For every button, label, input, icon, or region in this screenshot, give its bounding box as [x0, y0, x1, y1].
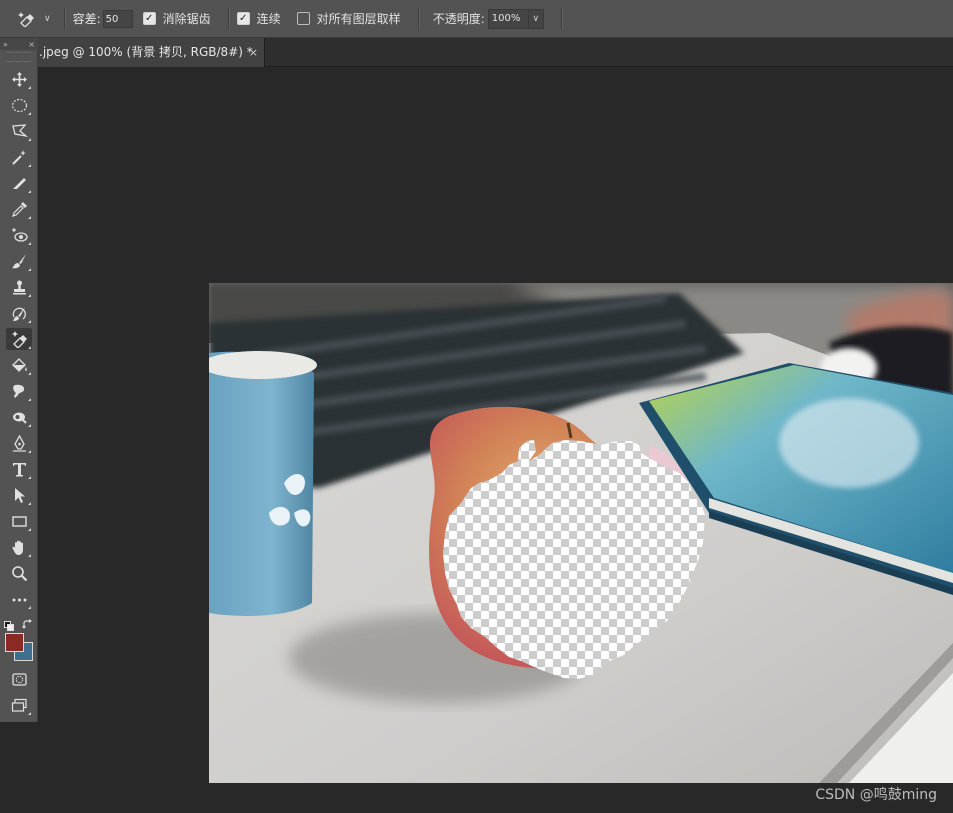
close-panel-icon[interactable]: ×	[28, 40, 35, 49]
pen-tool[interactable]	[6, 432, 32, 454]
smudge-icon	[12, 384, 24, 398]
magic-eraser-icon	[18, 11, 34, 27]
divider	[560, 7, 563, 30]
collapse-panel-icon[interactable]: »	[3, 40, 8, 49]
red-eye-icon	[11, 227, 28, 242]
tools-panel	[0, 50, 38, 722]
checkbox-checked-icon[interactable]: ✓	[142, 12, 156, 25]
burn-icon	[12, 412, 27, 424]
hand-icon	[11, 540, 23, 555]
foreground-color-swatch[interactable]	[5, 633, 24, 652]
divider	[227, 7, 230, 30]
opacity-input[interactable]: 100% ∨	[487, 8, 544, 29]
antialias-checkbox[interactable]: ✓ 消除锯齿	[142, 10, 211, 27]
tolerance-input[interactable]: 50	[102, 9, 133, 28]
magic-wand-tool[interactable]	[6, 146, 32, 168]
eyedropper-tool[interactable]	[6, 198, 32, 220]
slice-icon	[12, 177, 26, 189]
opacity-field: 不透明度: 100% ∨	[432, 8, 544, 29]
quick-mask-button[interactable]	[6, 668, 32, 690]
quick-mask-icon	[11, 672, 27, 686]
clone-stamp-tool[interactable]	[6, 276, 32, 298]
rectangle-tool[interactable]	[6, 510, 32, 532]
tolerance-field: 容差: 50	[72, 9, 133, 28]
magic-eraser-icon	[11, 330, 27, 348]
divider	[63, 7, 66, 30]
polygonal-lasso-tool[interactable]	[6, 120, 32, 142]
zoom-icon	[11, 565, 27, 581]
divider	[417, 7, 420, 30]
contiguous-label: 连续	[256, 12, 281, 26]
move-tool[interactable]	[6, 68, 32, 90]
document-canvas[interactable]	[209, 283, 953, 783]
arrow-select-icon	[14, 487, 25, 503]
chevron-down-icon: ∨	[44, 13, 51, 24]
type-icon	[12, 462, 26, 476]
stamp-icon	[12, 280, 26, 294]
checkbox-checked-icon[interactable]: ✓	[236, 12, 250, 25]
zoom-tool[interactable]	[6, 562, 32, 584]
edit-toolbar-button[interactable]	[6, 588, 32, 610]
brush-tool[interactable]	[6, 250, 32, 272]
paint-bucket-tool[interactable]	[6, 354, 32, 376]
opacity-label: 不透明度:	[432, 12, 485, 26]
tools-panel-header: » ×	[0, 38, 38, 50]
screen-mode-icon	[11, 698, 27, 712]
magic-eraser-tool[interactable]	[6, 328, 32, 350]
move-icon	[11, 71, 27, 87]
pen-icon	[12, 434, 26, 452]
rectangle-icon	[11, 515, 27, 527]
panel-grip[interactable]	[6, 52, 31, 62]
swap-colors-icon[interactable]	[22, 615, 33, 629]
smudge-tool[interactable]	[6, 380, 32, 402]
sample-all-layers-checkbox[interactable]: 对所有图层取样	[296, 10, 401, 27]
sample-all-layers-label: 对所有图层取样	[316, 12, 401, 26]
photo-apple-on-desk	[209, 283, 953, 783]
document-tab[interactable]: .jpeg @ 100% (背景 拷贝, RGB/8#) * ×	[38, 38, 265, 67]
lasso-icon	[11, 123, 28, 137]
antialias-label: 消除锯齿	[162, 12, 211, 26]
path-selection-tool[interactable]	[6, 484, 32, 506]
burn-tool[interactable]	[6, 406, 32, 428]
contiguous-checkbox[interactable]: ✓ 连续	[236, 10, 281, 27]
ellipse-marquee-icon	[11, 98, 27, 112]
options-bar: ∨ 容差: 50 ✓ 消除锯齿 ✓ 连续 对所有图层取样 不透明度: 100% …	[0, 0, 953, 38]
document-tab-bar: .jpeg @ 100% (背景 拷贝, RGB/8#) * ×	[38, 38, 953, 67]
tolerance-label: 容差:	[72, 12, 101, 26]
close-icon[interactable]: ×	[249, 38, 258, 67]
type-tool[interactable]	[6, 458, 32, 480]
magic-wand-icon	[11, 149, 26, 165]
tool-preset-picker[interactable]: ∨	[0, 6, 57, 32]
history-brush-icon	[12, 306, 26, 321]
checkbox-unchecked-icon[interactable]	[296, 12, 310, 25]
hand-tool[interactable]	[6, 536, 32, 558]
more-icon	[12, 598, 26, 601]
slice-tool[interactable]	[6, 172, 32, 194]
red-eye-tool[interactable]	[6, 224, 32, 246]
brush-icon	[11, 253, 26, 268]
eyedropper-icon	[11, 201, 27, 217]
document-tab-title[interactable]: .jpeg @ 100% (背景 拷贝, RGB/8#) *	[38, 45, 253, 59]
chevron-down-icon[interactable]: ∨	[527, 9, 543, 28]
screen-mode-button[interactable]	[6, 694, 32, 716]
opacity-value[interactable]: 100%	[489, 10, 528, 28]
watermark-text: CSDN @鸣鼓ming	[815, 787, 937, 803]
history-brush-tool[interactable]	[6, 302, 32, 324]
paint-bucket-icon	[11, 357, 27, 372]
default-colors-icon[interactable]	[4, 616, 14, 631]
elliptical-marquee-tool[interactable]	[6, 94, 32, 116]
